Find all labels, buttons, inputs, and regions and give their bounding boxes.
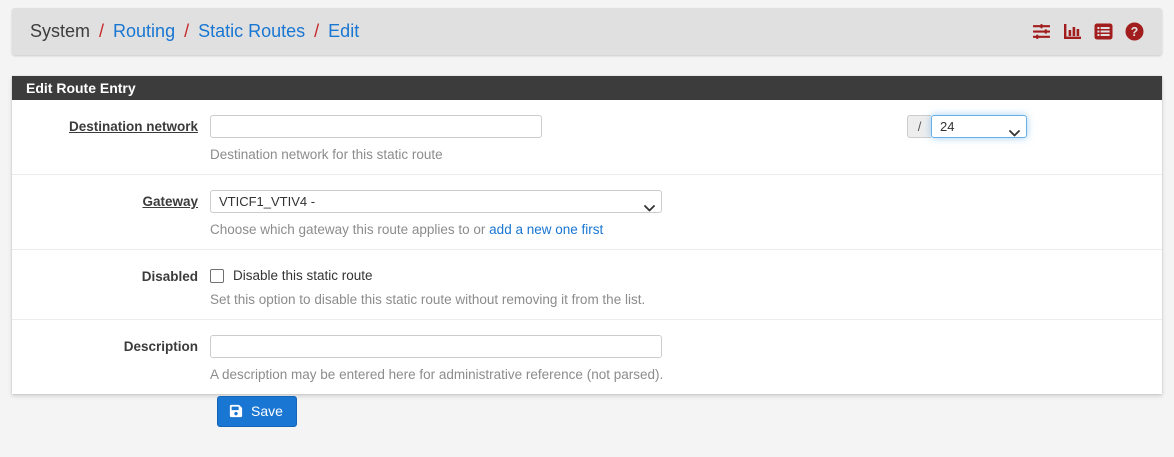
breadcrumb-separator: / <box>314 21 319 42</box>
floppy-disk-icon <box>229 404 243 418</box>
breadcrumb-static-routes-link[interactable]: Static Routes <box>198 21 305 42</box>
mask-separator-addon: / <box>907 115 931 138</box>
svg-text:?: ? <box>1131 25 1139 39</box>
breadcrumb-separator: / <box>99 21 104 42</box>
help-icon[interactable]: ? <box>1125 22 1144 41</box>
description-row: Description A description may be entered… <box>12 320 1162 394</box>
subnet-mask-group: / 24 <box>907 115 1027 138</box>
disable-route-option: Disable this static route <box>210 265 1162 283</box>
gateway-help-text: Choose which gateway this route applies … <box>210 222 485 237</box>
gateway-row: Gateway VTICF1_VTIV4 - Choose which gate… <box>12 175 1162 250</box>
disabled-label: Disabled <box>12 265 198 307</box>
save-button-label: Save <box>251 403 283 419</box>
description-label: Description <box>12 335 198 382</box>
destination-network-label: Destination network <box>12 115 198 162</box>
bar-chart-icon[interactable] <box>1063 22 1082 41</box>
list-alt-icon[interactable] <box>1094 22 1113 41</box>
breadcrumb-routing-link[interactable]: Routing <box>113 21 175 42</box>
breadcrumb-system: System <box>30 21 90 42</box>
description-input[interactable] <box>210 335 662 358</box>
destination-network-help: Destination network for this static rout… <box>210 147 1162 162</box>
breadcrumb: System / Routing / Static Routes / Edit <box>30 21 359 42</box>
disable-route-checkbox[interactable] <box>210 269 224 283</box>
save-button[interactable]: Save <box>217 396 297 427</box>
gateway-select-wrap: VTICF1_VTIV4 - <box>210 190 662 213</box>
breadcrumb-separator: / <box>184 21 189 42</box>
gateway-select[interactable]: VTICF1_VTIV4 - <box>210 190 662 213</box>
edit-route-entry-panel: Edit Route Entry Destination network Des… <box>12 76 1162 394</box>
gateway-help: Choose which gateway this route applies … <box>210 222 1162 237</box>
disable-route-checkbox-label: Disable this static route <box>233 268 373 283</box>
gateway-label: Gateway <box>12 190 198 237</box>
form-actions: Save <box>12 396 297 427</box>
destination-network-row: Destination network Destination network … <box>12 100 1162 175</box>
destination-network-input[interactable] <box>210 115 542 138</box>
sliders-icon[interactable] <box>1032 22 1051 41</box>
panel-title: Edit Route Entry <box>12 76 1162 100</box>
breadcrumb-edit-link[interactable]: Edit <box>328 21 359 42</box>
breadcrumb-bar: System / Routing / Static Routes / Edit <box>12 8 1162 55</box>
disabled-row: Disabled Disable this static route Set t… <box>12 250 1162 320</box>
subnet-mask-select-wrap: 24 <box>931 115 1027 138</box>
subnet-mask-select[interactable]: 24 <box>931 115 1027 138</box>
description-help: A description may be entered here for ad… <box>210 367 1162 382</box>
disabled-help: Set this option to disable this static r… <box>210 292 1162 307</box>
add-gateway-link[interactable]: add a new one first <box>489 222 603 237</box>
breadcrumb-toolbar: ? <box>1032 22 1144 41</box>
